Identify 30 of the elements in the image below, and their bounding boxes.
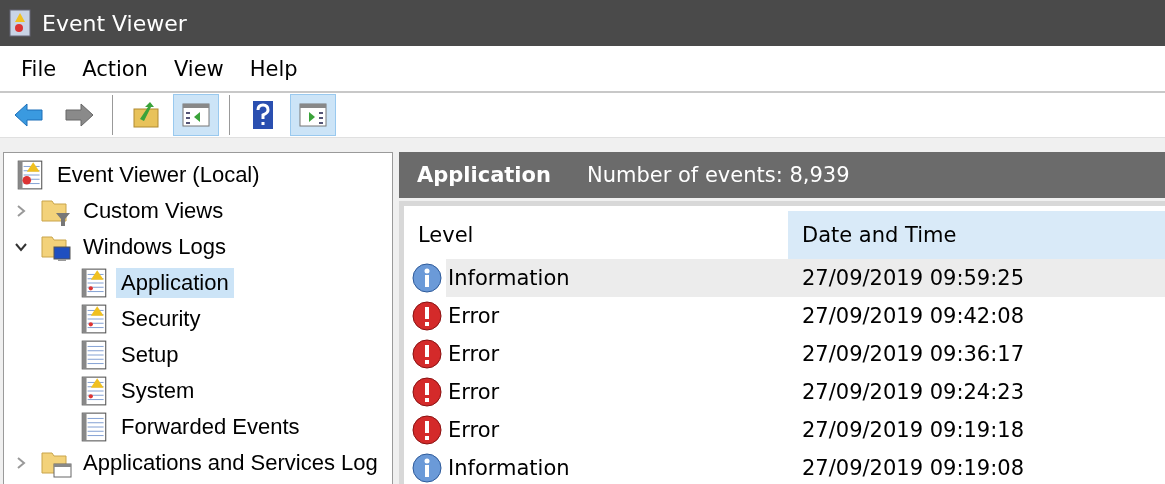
- tree-item[interactable]: Custom Views: [78, 196, 229, 226]
- tree-item[interactable]: Forwarded Events: [116, 412, 305, 442]
- table-cell[interactable]: Error: [446, 297, 788, 335]
- table-cell[interactable]: 27/09/2019 09:19:18: [788, 411, 1165, 449]
- menu-item[interactable]: Help: [236, 52, 311, 85]
- table-cell[interactable]: 27/09/2019 09:19:08: [788, 449, 1165, 484]
- table-cell[interactable]: 27/09/2019 09:36:17: [788, 335, 1165, 373]
- tree-item[interactable]: Setup: [116, 340, 184, 370]
- tree-item[interactable]: Application: [116, 268, 234, 298]
- table-cell[interactable]: Information: [446, 449, 788, 484]
- table-cell[interactable]: Error: [446, 373, 788, 411]
- tree-item[interactable]: Security: [116, 304, 206, 334]
- tree-item[interactable]: Applications and Services Log: [78, 448, 383, 478]
- tree-item[interactable]: System: [116, 376, 200, 406]
- table-cell[interactable]: Error: [446, 411, 788, 449]
- table-cell[interactable]: Error: [446, 335, 788, 373]
- tree-item[interactable]: Event Viewer (Local): [52, 160, 265, 190]
- menu-item[interactable]: File: [8, 52, 70, 85]
- column-header[interactable]: Date and Time: [788, 211, 1165, 259]
- window-title: Event Viewer: [42, 10, 187, 36]
- table-cell[interactable]: Information: [446, 259, 788, 297]
- menu-item[interactable]: View: [160, 52, 237, 85]
- event-count: Number of events: 8,939: [586, 163, 850, 187]
- tree-item[interactable]: Windows Logs: [78, 232, 232, 262]
- table-cell[interactable]: 27/09/2019 09:59:25: [788, 259, 1165, 297]
- table-cell[interactable]: 27/09/2019 09:42:08: [788, 297, 1165, 335]
- menu-item[interactable]: Action: [69, 52, 161, 85]
- column-header[interactable]: Level: [408, 211, 788, 259]
- pane-title: Application: [417, 163, 551, 187]
- table-cell[interactable]: 27/09/2019 09:24:23: [788, 373, 1165, 411]
